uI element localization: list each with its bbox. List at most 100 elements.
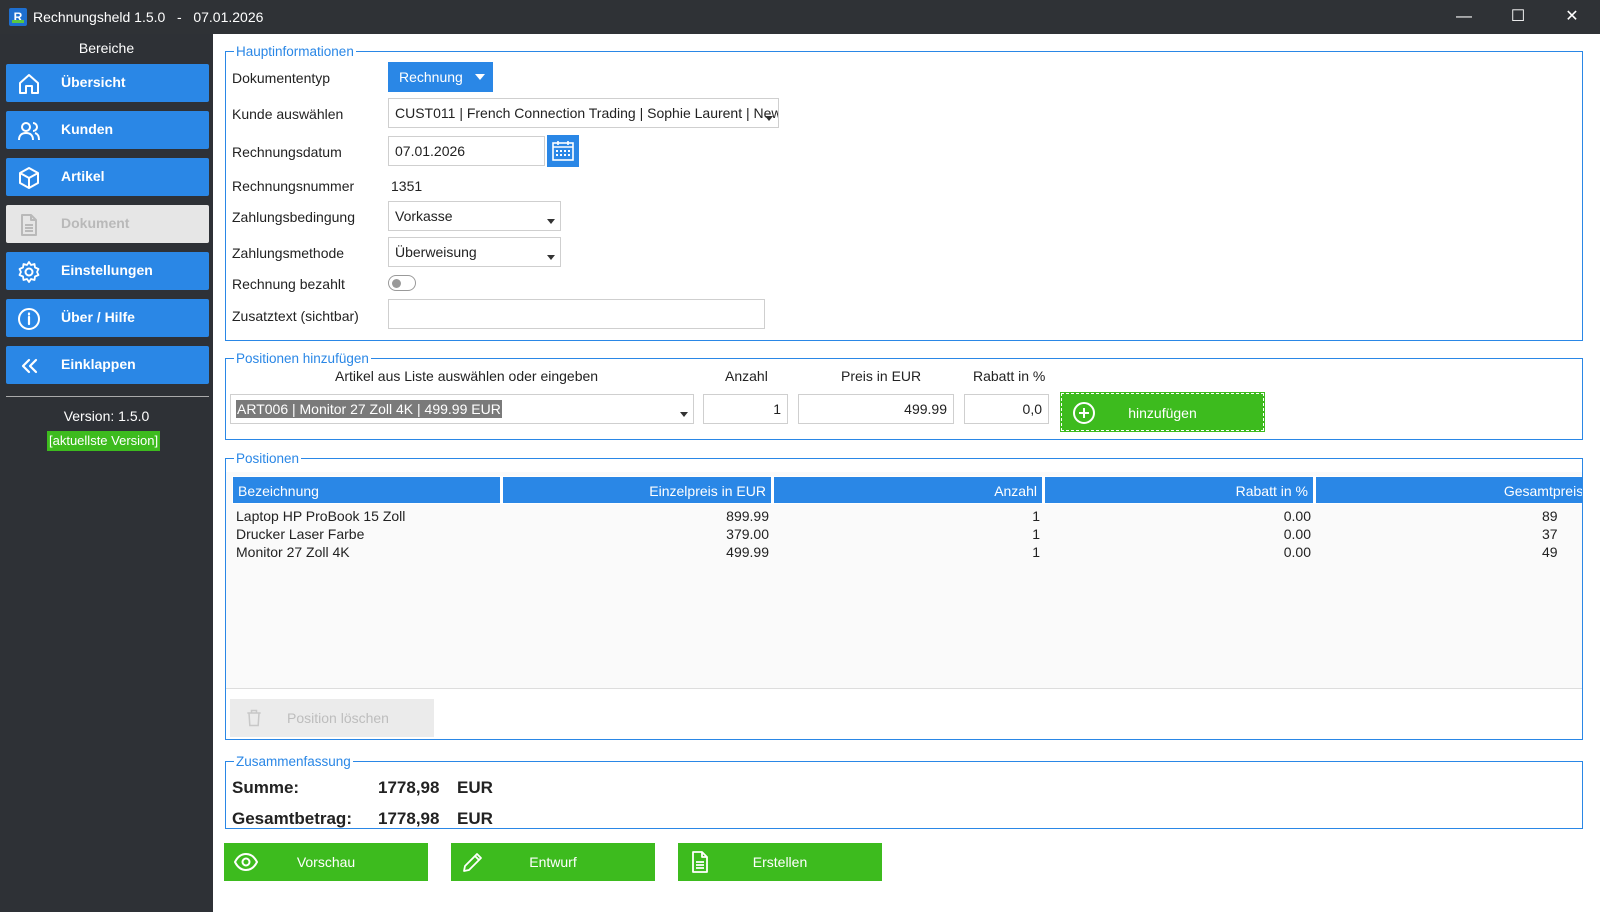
chevron-down-icon (680, 412, 688, 417)
delete-position-button[interactable]: Position löschen (230, 699, 434, 737)
column-header[interactable]: Bezeichnung (232, 476, 502, 504)
payment-method-select[interactable]: Überweisung (388, 237, 561, 267)
payment-terms-select[interactable]: Vorkasse (388, 201, 561, 231)
sum-label: Summe: (232, 778, 300, 797)
sidebar-item-label: Über / Hilfe (61, 309, 135, 325)
customer-value: CUST011 | French Connection Trading | So… (395, 105, 779, 121)
customer-label: Kunde auswählen (232, 106, 344, 122)
add-position-label: hinzufügen (1128, 405, 1197, 421)
maximize-button[interactable]: ☐ (1491, 0, 1545, 34)
cell-quantity: 1 (1032, 508, 1040, 524)
sidebar-item-label: Übersicht (61, 74, 126, 90)
sidebar: Bereiche Übersicht Kunden Artikel Dokume… (0, 34, 213, 912)
sidebar-item-einklappen[interactable]: Einklappen (6, 346, 209, 384)
sidebar-item-label: Einklappen (61, 356, 136, 372)
cell-discount: 0.00 (1283, 526, 1311, 542)
summary-legend: Zusammenfassung (234, 754, 353, 769)
date-label: Rechnungsdatum (232, 144, 342, 160)
chevron-down-icon (547, 255, 555, 260)
positions-legend: Positionen (234, 451, 302, 466)
calendar-icon (552, 141, 574, 161)
article-select[interactable]: ART006 | Monitor 27 Zoll 4K | 499.99 EUR (230, 394, 694, 424)
doc-type-label: Dokumententyp (232, 70, 331, 86)
chevron-down-icon (765, 116, 773, 121)
main-info-legend: Hauptinformationen (234, 44, 356, 59)
invoice-number-value: 1351 (391, 178, 423, 194)
extra-text-input[interactable] (388, 299, 765, 329)
payment-terms-value: Vorkasse (395, 208, 453, 224)
total-value: 1778,98 (378, 809, 440, 828)
article-value: ART006 | Monitor 27 Zoll 4K | 499.99 EUR (236, 400, 502, 418)
date-value: 07.01.2026 (395, 143, 466, 159)
payment-method-label: Zahlungsmethode (232, 245, 345, 261)
sidebar-item-label: Einstellungen (61, 262, 153, 278)
sidebar-item-artikel[interactable]: Artikel (6, 158, 209, 196)
cell-total: 37 (1542, 526, 1558, 542)
chevron-down-icon (475, 74, 485, 80)
positions-table-header: Bezeichnung Einzelpreis in EUR Anzahl Ra… (232, 476, 1582, 506)
cube-icon (19, 167, 39, 189)
latest-version-badge[interactable]: [aktuellste Version] (47, 431, 161, 451)
chevron-down-icon (547, 219, 555, 224)
sidebar-item-label: Kunden (61, 121, 114, 137)
cell-price: 899.99 (726, 508, 769, 524)
quantity-value: 1 (773, 401, 781, 417)
cell-total: 49 (1542, 544, 1558, 560)
gear-icon (18, 261, 40, 283)
discount-input[interactable]: 0,0 (964, 394, 1049, 424)
sidebar-header: Bereiche (78, 40, 135, 56)
sidebar-divider (6, 396, 209, 397)
cell-price: 499.99 (726, 544, 769, 560)
table-row[interactable]: Drucker Laser Farbe 379.00 1 0.00 37 (232, 526, 1582, 544)
cell-name: Drucker Laser Farbe (236, 526, 365, 542)
table-row[interactable]: Laptop HP ProBook 15 Zoll 899.99 1 0.00 … (232, 508, 1582, 526)
discount-value: 0,0 (1022, 401, 1042, 417)
cell-name: Monitor 27 Zoll 4K (236, 544, 350, 560)
sum-value: 1778,98 (378, 778, 440, 797)
cell-price: 379.00 (726, 526, 769, 542)
price-value: 499.99 (904, 401, 947, 417)
cell-quantity: 1 (1032, 526, 1040, 542)
quantity-input[interactable]: 1 (703, 394, 788, 424)
column-header[interactable]: Anzahl (773, 476, 1044, 504)
sidebar-item-kunden[interactable]: Kunden (6, 111, 209, 149)
column-header[interactable]: Gesamtpreis in (1315, 476, 1582, 504)
window-title: Rechnungsheld 1.5.0 - 07.01.2026 (33, 9, 264, 25)
minimize-button[interactable]: — (1437, 0, 1491, 34)
document-icon (21, 214, 37, 236)
doc-type-value: Rechnung (399, 69, 463, 85)
customer-select[interactable]: CUST011 | French Connection Trading | So… (388, 98, 779, 128)
cell-discount: 0.00 (1283, 544, 1311, 560)
payment-method-value: Überweisung (395, 244, 477, 260)
home-icon (19, 74, 39, 94)
sidebar-item-einstellungen[interactable]: Einstellungen (6, 252, 209, 290)
calendar-button[interactable] (547, 135, 579, 167)
close-button[interactable]: ✕ (1545, 0, 1599, 34)
sidebar-item-uebersicht[interactable]: Übersicht (6, 64, 209, 102)
price-input[interactable]: 499.99 (798, 394, 954, 424)
invoice-paid-toggle[interactable] (388, 275, 416, 291)
table-row[interactable]: Monitor 27 Zoll 4K 499.99 1 0.00 49 (232, 544, 1582, 562)
version-label: Version: 1.5.0 (63, 408, 150, 424)
main-content: Hauptinformationen Dokumententyp Rechnun… (213, 34, 1600, 912)
delete-position-label: Position löschen (287, 710, 389, 726)
create-button[interactable]: Erstellen (678, 843, 882, 881)
users-icon (18, 122, 40, 141)
cell-total: 89 (1542, 508, 1558, 524)
info-icon (18, 308, 40, 330)
column-header[interactable]: Einzelpreis in EUR (502, 476, 773, 504)
article-column-label: Artikel aus Liste auswählen oder eingebe… (335, 368, 599, 384)
doc-type-select[interactable]: Rechnung (388, 62, 493, 92)
app-logo-icon: R (9, 8, 27, 26)
column-header[interactable]: Rabatt in % (1044, 476, 1315, 504)
cell-discount: 0.00 (1283, 508, 1311, 524)
total-currency: EUR (457, 809, 493, 828)
date-input[interactable]: 07.01.2026 (388, 136, 545, 166)
preview-button[interactable]: Vorschau (224, 843, 428, 881)
invoice-paid-label: Rechnung bezahlt (232, 276, 345, 292)
add-position-button[interactable]: hinzufügen (1060, 392, 1265, 432)
draft-button[interactable]: Entwurf (451, 843, 655, 881)
sidebar-item-dokument[interactable]: Dokument (6, 205, 209, 243)
cell-name: Laptop HP ProBook 15 Zoll (236, 508, 406, 524)
sidebar-item-ueber-hilfe[interactable]: Über / Hilfe (6, 299, 209, 337)
